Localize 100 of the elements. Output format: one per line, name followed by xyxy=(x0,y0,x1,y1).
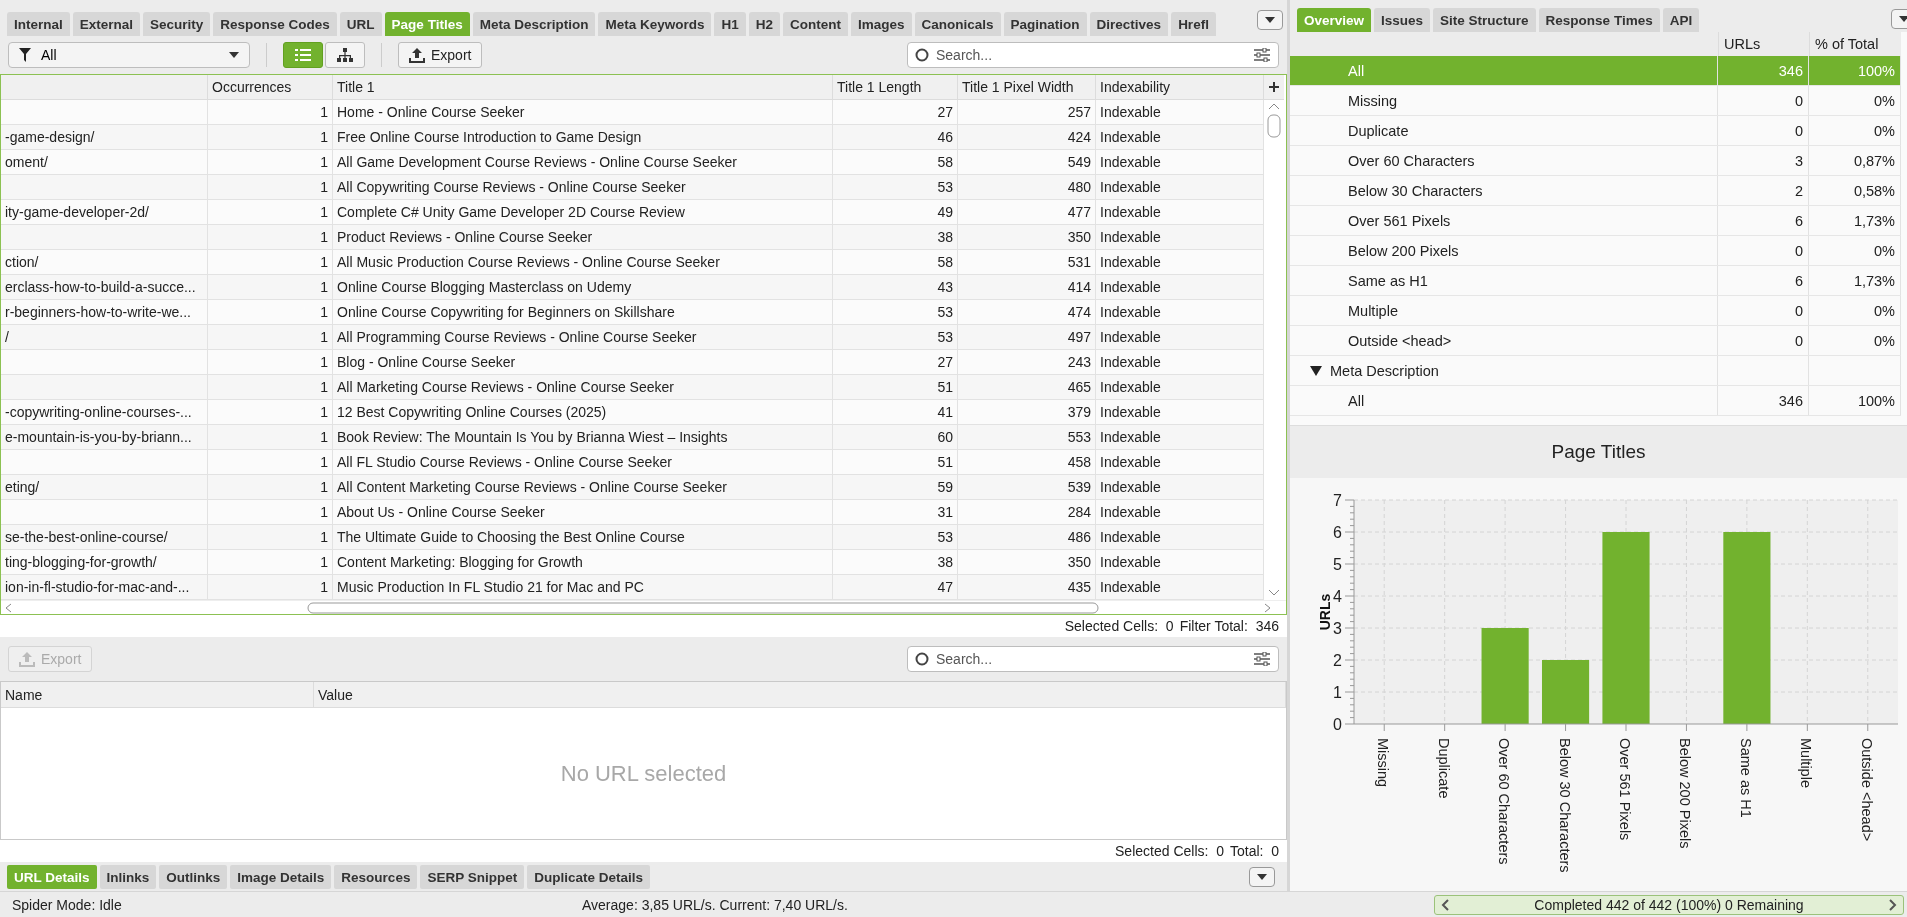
column-header[interactable]: Value xyxy=(314,682,1286,707)
tab[interactable]: Inlinks xyxy=(99,864,157,889)
view-toggle-button[interactable] xyxy=(325,42,365,68)
table-cell: 0,87% xyxy=(1809,146,1901,175)
table-cell: 58 xyxy=(833,150,958,175)
tab[interactable]: URL xyxy=(339,12,382,36)
table-cell: 51 xyxy=(833,375,958,400)
table-cell: Blog - Online Course Seeker xyxy=(333,350,833,375)
search-icon xyxy=(915,48,929,62)
table-cell: 257 xyxy=(958,100,1096,125)
table-cell: 1 xyxy=(208,100,333,125)
overview-row[interactable]: Below 200 Pixels 0 0% xyxy=(1290,236,1901,266)
tab[interactable]: API xyxy=(1662,8,1700,32)
table-cell: 1 xyxy=(208,475,333,500)
search-icon xyxy=(915,652,929,666)
settings-icon xyxy=(1254,652,1270,666)
filter-dropdown[interactable]: All xyxy=(8,42,250,68)
search-field[interactable]: Search... xyxy=(907,42,1279,68)
column-header[interactable]: Title 1 Pixel Width xyxy=(958,75,1096,100)
table-cell: 350 xyxy=(958,550,1096,575)
tab[interactable]: Issues xyxy=(1374,8,1431,32)
overview-row[interactable]: Missing 0 0% xyxy=(1290,86,1901,116)
table-cell: All Programming Course Reviews - Online Course Seeker xyxy=(333,325,833,350)
table-cell: 38 xyxy=(833,225,958,250)
column-header[interactable]: Occurrences xyxy=(208,75,333,100)
tab[interactable]: Resources xyxy=(334,864,418,889)
table-cell: ction/ xyxy=(1,250,208,275)
tab[interactable]: Canonicals xyxy=(914,12,1001,36)
group-row[interactable]: Meta Description xyxy=(1290,356,1901,386)
tab[interactable]: Response Codes xyxy=(213,12,337,36)
table-cell: 100% xyxy=(1809,386,1901,415)
status-text: Spider Mode: Idle xyxy=(12,896,123,913)
table-cell: 477 xyxy=(958,200,1096,225)
overview-row[interactable]: Multiple 0 0% xyxy=(1290,296,1901,326)
table-cell: 1 xyxy=(208,575,333,600)
tab[interactable]: External xyxy=(72,12,141,36)
plus-icon xyxy=(1269,82,1279,92)
tab[interactable]: Directives xyxy=(1089,12,1169,36)
table-cell: 51 xyxy=(833,450,958,475)
overview-row[interactable]: All 346 100% xyxy=(1290,386,1901,416)
tab[interactable]: Hrefl xyxy=(1171,12,1216,36)
table-cell: 1,73% xyxy=(1809,266,1901,295)
search-field[interactable]: Search... xyxy=(907,646,1279,672)
column-header[interactable]: Title 1 xyxy=(333,75,833,100)
export-button[interactable]: Export xyxy=(398,42,483,68)
view-toggle-button[interactable] xyxy=(283,42,323,68)
tab[interactable]: Meta Description xyxy=(472,12,596,36)
overview-row[interactable]: Outside <head> 0 0% xyxy=(1290,326,1901,356)
tab[interactable]: SERP Snippet xyxy=(420,864,525,889)
chevron-right-icon[interactable] xyxy=(1889,898,1897,911)
chevron-left-icon[interactable] xyxy=(1441,898,1449,911)
table-cell: 12 Best Copywriting Online Courses (2025) xyxy=(333,400,833,425)
tab[interactable]: Site Structure xyxy=(1433,8,1536,32)
table-cell: 1 xyxy=(208,350,333,375)
table-cell: Indexable xyxy=(1096,550,1264,575)
table-cell: 243 xyxy=(958,350,1096,375)
axis-label: Below 30 Characters xyxy=(1556,738,1573,873)
hierarchy-icon xyxy=(337,48,353,62)
overview-row[interactable]: Below 30 Characters 2 0,58% xyxy=(1290,176,1901,206)
overview-row[interactable]: Over 561 Pixels 6 1,73% xyxy=(1290,206,1901,236)
column-header[interactable]: Title 1 Length xyxy=(833,75,958,100)
table-cell: 46 xyxy=(833,125,958,150)
table-cell: 0 xyxy=(1718,296,1809,325)
table-cell: All FL Studio Course Reviews - Online Course Seeker xyxy=(333,450,833,475)
overview-row[interactable]: Duplicate 0 0% xyxy=(1290,116,1901,146)
tab[interactable]: Duplicate Details xyxy=(527,864,650,889)
overview-row[interactable]: Same as H1 6 1,73% xyxy=(1290,266,1901,296)
tab[interactable]: Images xyxy=(851,12,912,36)
tab-menu-button[interactable] xyxy=(1249,866,1275,887)
expanded-triangle-icon[interactable] xyxy=(1310,364,1322,377)
table-cell: -game-design/ xyxy=(1,125,208,150)
table-cell: r-beginners-how-to-write-we... xyxy=(1,300,208,325)
tab[interactable]: Outlinks xyxy=(159,864,228,889)
column-header[interactable]: Name xyxy=(1,682,314,707)
table-cell: 350 xyxy=(958,225,1096,250)
table-cell: 0% xyxy=(1809,236,1901,265)
status-text: Selected Cells: 0 xyxy=(1064,618,1174,634)
table-cell: Indexable xyxy=(1096,275,1264,300)
tab[interactable]: Pagination xyxy=(1003,12,1087,36)
table-cell: 1 xyxy=(208,125,333,150)
tab[interactable]: H1 xyxy=(714,12,746,36)
table-cell: e-mountain-is-you-by-briann... xyxy=(1,425,208,450)
table-cell: 38 xyxy=(833,550,958,575)
table-cell: 1 xyxy=(208,150,333,175)
tab[interactable]: Image Details xyxy=(230,864,332,889)
tab[interactable]: Internal xyxy=(7,12,70,36)
table-cell: ting-blogging-for-growth/ xyxy=(1,550,208,575)
row-label: Meta Description xyxy=(1330,362,1439,379)
axis-label: 6 xyxy=(1333,524,1342,541)
table-cell: 480 xyxy=(958,175,1096,200)
tab[interactable]: Security xyxy=(143,12,211,36)
column-header[interactable]: Indexability xyxy=(1096,75,1264,100)
tab-menu-button[interactable] xyxy=(1257,10,1283,30)
tab[interactable]: H2 xyxy=(748,12,780,36)
table-cell: Indexable xyxy=(1096,150,1264,175)
tab[interactable]: Response Times xyxy=(1538,8,1660,32)
tab[interactable]: Meta Keywords xyxy=(598,12,712,36)
table-cell: 59 xyxy=(833,475,958,500)
tab[interactable]: Content xyxy=(783,12,848,36)
overview-row[interactable]: Over 60 Characters 3 0,87% xyxy=(1290,146,1901,176)
